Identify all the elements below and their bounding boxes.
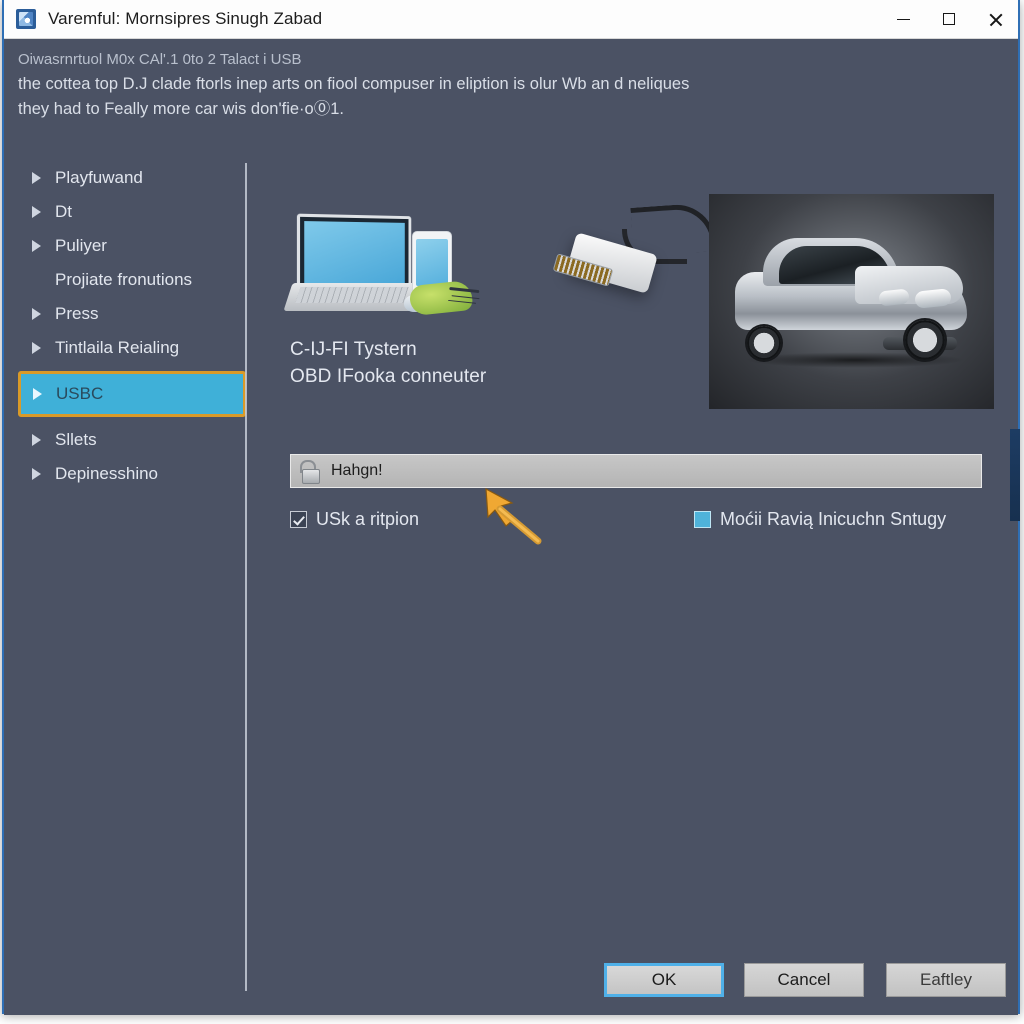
dialog-footer: OK Cancel Eaftley [4,963,1018,999]
laptop-phone-devices-image [283,209,486,319]
cancel-button[interactable]: Cancel [744,963,864,997]
orange-arrow-cursor [485,487,542,545]
title-bar: Varemful: Mornsipres Sinugh Zabad [4,0,1018,39]
chevron-placeholder-icon [32,274,41,286]
app-shield-icon [16,9,36,29]
checkbox-label: Moćii Ravią Inicuchn Sntugy [720,509,947,529]
sidebar-item-dt[interactable]: Dt [18,195,246,229]
caption-line-2: OBD IFooka conneuter [290,365,487,387]
vertical-divider [245,163,247,991]
sidebar-item-playfuwand[interactable]: Playfuwand [18,161,246,195]
chevron-right-icon [32,240,41,252]
lock-status-text: Hahgn! [331,462,383,479]
intro-paragraph: Oiwasrnrtuol M0x CAl'.1 0to 2 Talact i U… [18,49,978,122]
sidebar-item-press[interactable]: Press [18,297,246,331]
intro-line-1: Oiwasrnrtuol M0x CAl'.1 0to 2 Talact i U… [18,51,302,68]
chevron-right-icon [32,308,41,320]
checkbox-usk-a-ritpion[interactable]: USk a ritpion [290,509,419,530]
sidebar-item-label: Press [55,304,99,323]
chevron-right-icon [32,342,41,354]
maximize-icon[interactable] [926,0,972,38]
sidebar-item-label: Sllets [55,430,97,449]
checkbox-label: USk a ritpion [316,509,420,529]
sidebar-item-usb-focus-ring: USBC [18,371,246,417]
minimize-icon[interactable] [880,0,926,38]
sidebar-item-sllets[interactable]: Sllets [18,423,246,457]
open-padlock-icon [299,460,320,484]
obd-usb-connector-image [536,199,717,319]
dialog-window: Varemful: Mornsipres Sinugh Zabad Oiwasr… [2,0,1020,1015]
sidebar-item-label: Puliyer [55,236,107,255]
silver-sports-car-photo [709,194,994,409]
sidebar-tree: Playfuwand Dt Puliyer Projiate fronution… [18,161,246,491]
chevron-right-icon [32,468,41,480]
sidebar-item-puliyer[interactable]: Puliyer [18,229,246,263]
window-title: Varemful: Mornsipres Sinugh Zabad [48,9,323,28]
illustration-captions: C-IJ-FI Tystern OBD IFooka conneuter [290,337,486,391]
chevron-right-icon [33,388,42,400]
chevron-right-icon [32,206,41,218]
sidebar-item-depinesshino[interactable]: Depinesshino [18,457,246,491]
checkbox-icon-checked[interactable] [290,511,307,528]
dialog-body: Oiwasrnrtuol M0x CAl'.1 0to 2 Talact i U… [4,39,1020,1015]
sidebar-item-label: Depinesshino [55,464,159,483]
sidebar-item-usb[interactable]: USBC [23,376,241,412]
ok-button[interactable]: OK [604,963,724,997]
sidebar-item-label: Tintlaila Reialing [55,338,180,357]
intro-line-3: they had to Feally more car wis don'fie·… [18,99,344,118]
chevron-right-icon [32,172,41,184]
sidebar-item-tintlaila-reialing[interactable]: Tintlaila Reialing [18,331,246,365]
sidebar-item-label: Dt [55,202,72,221]
close-icon[interactable] [972,0,1018,38]
caption-line-1: C-IJ-FI Tystern [290,339,417,360]
window-controls [880,0,1018,38]
checkbox-icon-filled[interactable] [694,511,711,528]
sidebar-item-label: USBC [56,384,104,403]
window-edge-scrollbar[interactable] [1010,429,1020,521]
sidebar-item-label: Playfuwand [55,168,143,187]
intro-line-2: the cottea top D.J clade ftorls inep art… [18,74,690,93]
lock-status-bar[interactable]: Hahgn! [290,454,982,488]
checkbox-mocii-ravia-inicuchn-sntugy[interactable]: Moćii Ravią Inicuchn Sntugy [694,509,946,530]
chevron-right-icon [32,434,41,446]
sidebar-item-projiate-fronutions[interactable]: Projiate fronutions [18,263,246,297]
apply-button[interactable]: Eaftley [886,963,1006,997]
sidebar-item-label: Projiate fronutions [55,270,193,289]
